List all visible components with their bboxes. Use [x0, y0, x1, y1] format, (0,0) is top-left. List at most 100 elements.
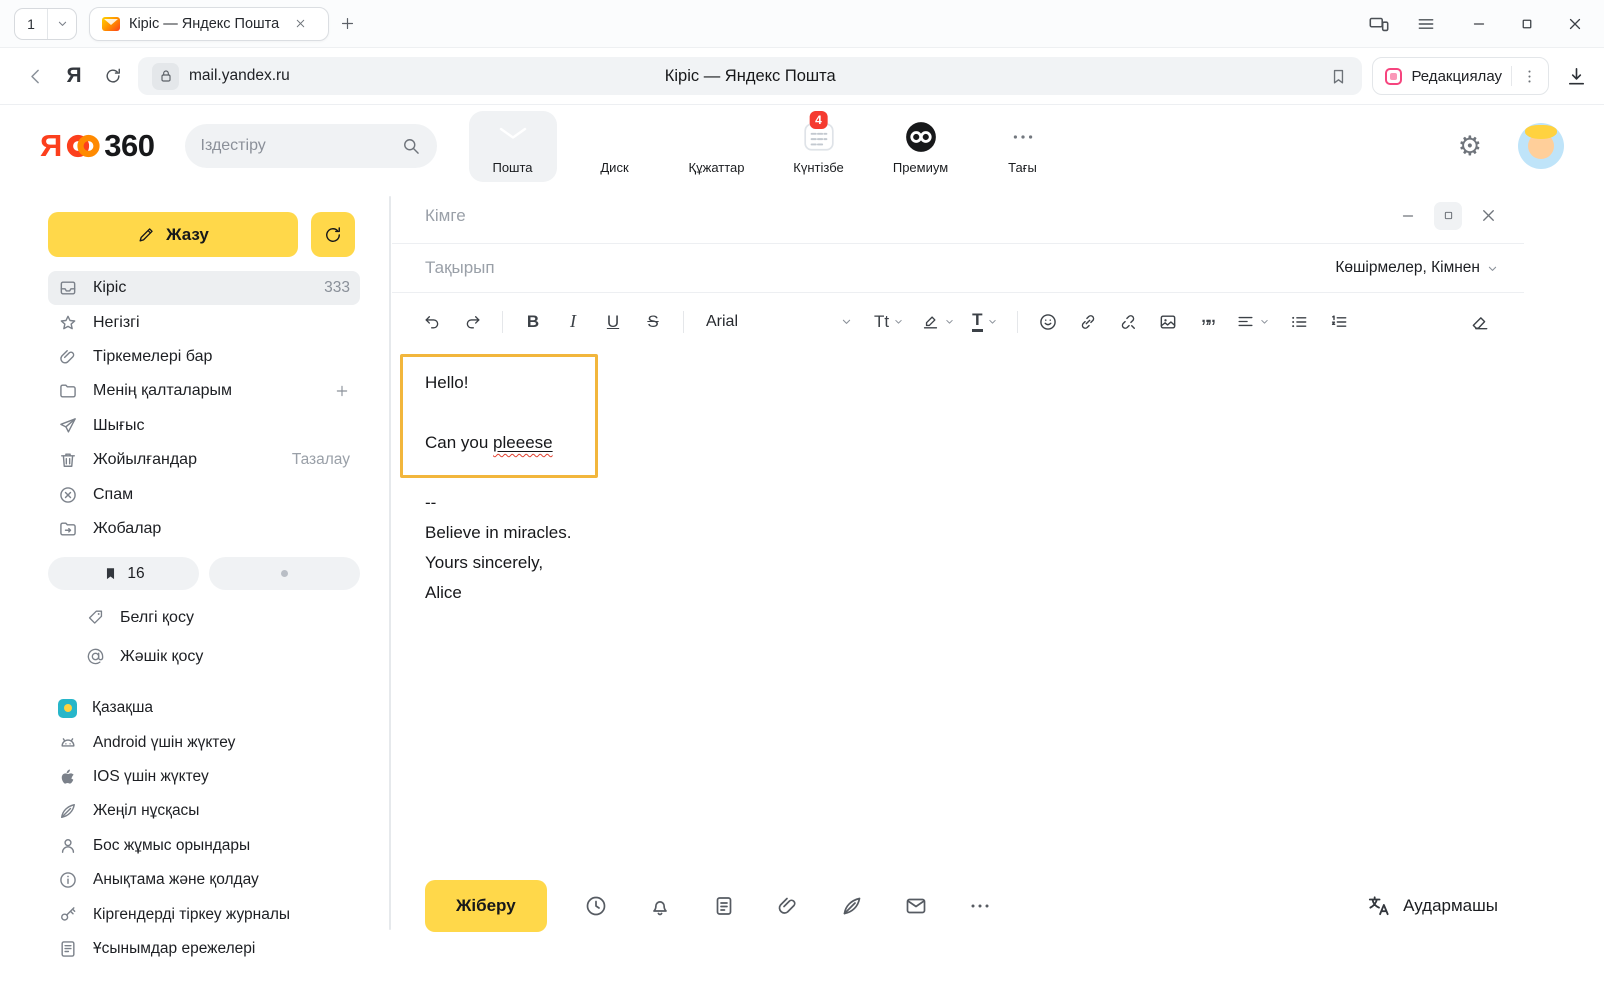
light-version-link[interactable]: Жеңіл нұсқасы — [48, 794, 360, 828]
search-icon[interactable] — [401, 136, 421, 156]
folder-drafts[interactable]: Жобалар — [48, 512, 360, 546]
bullet-list-button[interactable] — [1281, 305, 1317, 339]
emoji-button[interactable] — [1030, 305, 1066, 339]
refresh-mail-button[interactable] — [311, 212, 355, 257]
redo-button[interactable] — [454, 305, 490, 339]
help-support-link[interactable]: Анықтама және қолдау — [48, 863, 360, 897]
quote-button[interactable]: „„ — [1190, 305, 1226, 339]
settings-gear-icon[interactable]: ⚙ — [1458, 133, 1482, 160]
app-disk[interactable]: Диск — [571, 111, 659, 182]
disk-app-icon — [598, 120, 632, 154]
language-link[interactable]: Қазақша — [48, 691, 360, 725]
cc-from-toggle[interactable]: Көшірмелер, Кімнен — [1335, 259, 1500, 277]
translator-button[interactable]: Аудармашы — [1366, 893, 1498, 919]
search-input[interactable]: Іздестіру — [185, 124, 437, 168]
folder-trash[interactable]: Жойылғандар Тазалау — [48, 443, 360, 477]
more-pill[interactable] — [209, 557, 360, 590]
strikethrough-button[interactable]: S — [635, 305, 671, 339]
downloads-button[interactable] — [1565, 65, 1588, 88]
message-body[interactable]: Hello! Can you pleeese -- Believe in mir… — [392, 350, 1524, 608]
tab-group-control[interactable]: 1 — [14, 8, 77, 40]
bold-button[interactable]: B — [515, 305, 551, 339]
login-journal-link[interactable]: Кіргендерді тіркеу журналы — [48, 897, 360, 931]
attach-file-button[interactable] — [773, 891, 803, 921]
app-calendar[interactable]: 4 Күнтізбе — [775, 111, 863, 182]
compose-button[interactable]: Жазу — [48, 212, 298, 257]
app-documents[interactable]: Құжаттар — [673, 111, 761, 182]
font-family-dropdown[interactable]: Arial — [706, 313, 854, 331]
more-actions-button[interactable] — [965, 891, 995, 921]
insert-image-button[interactable] — [1150, 305, 1186, 339]
folder-spam[interactable]: Спам — [48, 477, 360, 511]
italic-button[interactable]: I — [555, 305, 591, 339]
folder-sent[interactable]: Шығыс — [48, 409, 360, 443]
clear-formatting-button[interactable] — [1462, 305, 1498, 339]
app-mail[interactable]: Пошта — [469, 111, 557, 182]
chevron-down-icon — [943, 315, 956, 328]
android-download-link[interactable]: Android үшін жүктеу — [48, 726, 360, 760]
compose-minimize-button[interactable] — [1399, 207, 1417, 225]
reload-button[interactable] — [94, 66, 132, 86]
address-bar[interactable]: mail.yandex.ru Кіріс — Яндекс Пошта — [138, 57, 1362, 95]
compose-close-button[interactable] — [1479, 206, 1498, 225]
template-button[interactable] — [709, 891, 739, 921]
empty-trash-action[interactable]: Тазалау — [292, 451, 350, 469]
remove-link-button[interactable] — [1110, 305, 1146, 339]
reminder-button[interactable] — [645, 891, 675, 921]
at-icon — [86, 647, 105, 666]
highlight-color-dropdown[interactable] — [915, 305, 962, 339]
folder-primary[interactable]: Негізгі — [48, 305, 360, 339]
more-options-icon[interactable] — [1521, 68, 1538, 85]
editor-extension-button[interactable]: Редакциялау — [1372, 57, 1549, 95]
ios-download-link[interactable]: IOS үшін жүктеу — [48, 760, 360, 794]
app-more[interactable]: Тағы — [979, 111, 1067, 182]
window-close-button[interactable] — [1566, 15, 1584, 33]
add-label-action[interactable]: Белгі қосу — [48, 598, 360, 637]
folder-my-folders[interactable]: Менің қалталарым — [48, 374, 360, 408]
back-button[interactable] — [16, 66, 54, 87]
lock-icon[interactable] — [152, 63, 179, 90]
vacancies-link[interactable]: Бос жұмыс орындары — [48, 829, 360, 863]
sidebar-scrollbar[interactable] — [389, 196, 391, 930]
window-minimize-button[interactable] — [1470, 15, 1488, 33]
tab-group-count[interactable]: 1 — [15, 9, 47, 39]
apple-icon — [58, 767, 78, 787]
font-size-dropdown[interactable]: Tt — [868, 305, 911, 339]
to-field[interactable]: Кімге — [425, 206, 466, 226]
tab-group-chevron-icon[interactable] — [48, 9, 76, 39]
add-folder-button[interactable] — [334, 383, 350, 399]
user-avatar[interactable] — [1518, 123, 1564, 169]
browser-tab-mail[interactable]: Кіріс — Яндекс Пошта — [89, 7, 329, 41]
folder-with-attachments[interactable]: Тіркемелері бар — [48, 340, 360, 374]
attach-from-mail-button[interactable] — [901, 891, 931, 921]
app-premium[interactable]: Премиум — [877, 111, 965, 182]
body-line-blank — [425, 398, 1491, 428]
window-maximize-button[interactable] — [1518, 15, 1536, 33]
numbered-list-button[interactable] — [1321, 305, 1357, 339]
schedule-send-button[interactable] — [581, 891, 611, 921]
compose-expand-button[interactable] — [1434, 202, 1462, 230]
tab-close-icon[interactable] — [294, 17, 307, 30]
formatting-toolbar: B I U S Arial Tt T — [392, 293, 1524, 350]
logo-360-text: 360 — [104, 128, 154, 164]
bookmark-icon[interactable] — [1329, 67, 1348, 86]
insert-link-button[interactable] — [1070, 305, 1106, 339]
underline-button[interactable]: U — [595, 305, 631, 339]
text-color-dropdown[interactable]: T — [966, 305, 1004, 339]
saved-emails-pill[interactable]: 16 — [48, 557, 199, 590]
yandex-360-logo[interactable]: Я 360 — [40, 128, 155, 164]
recommendation-rules-link[interactable]: Ұсынымдар ережелері — [48, 932, 360, 966]
compose-footer: Жіберу Аудармашы — [425, 880, 1498, 932]
browser-window: 1 Кіріс — Яндекс Пошта Я mail.yandex.ru … — [0, 0, 1604, 988]
new-tab-button[interactable] — [339, 15, 356, 32]
send-button[interactable]: Жіберу — [425, 880, 547, 932]
subject-field[interactable]: Тақырып — [425, 258, 495, 278]
devices-sync-icon[interactable] — [1368, 13, 1390, 35]
signature-button[interactable] — [837, 891, 867, 921]
browser-menu-icon[interactable] — [1416, 14, 1436, 34]
align-dropdown[interactable] — [1230, 305, 1277, 339]
add-mailbox-action[interactable]: Жәшік қосу — [48, 637, 360, 676]
yandex-logo-button[interactable]: Я — [54, 64, 94, 88]
undo-button[interactable] — [414, 305, 450, 339]
folder-inbox[interactable]: Кіріс 333 — [48, 271, 360, 305]
